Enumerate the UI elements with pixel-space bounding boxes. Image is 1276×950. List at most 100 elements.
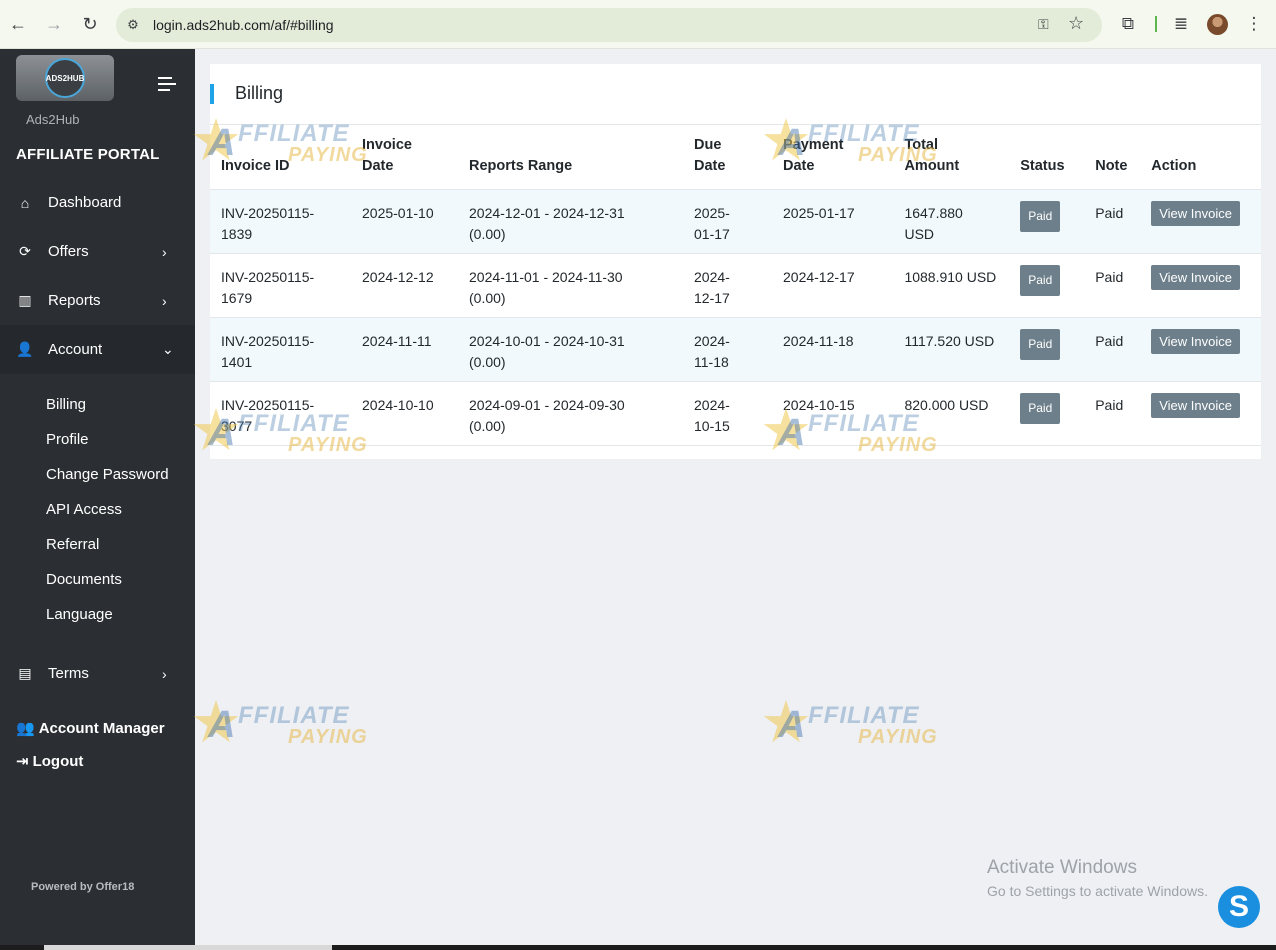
billing-table: Invoice ID Invoice Date Reports Range Du…: [210, 125, 1261, 446]
subnav-api-access[interactable]: API Access: [46, 501, 122, 518]
cell-total-amount: 1088.910 USD: [893, 253, 1010, 318]
page-title: Billing: [235, 83, 284, 103]
nav-terms[interactable]: ▤ Terms ›: [0, 649, 195, 698]
reload-icon[interactable]: ↻: [78, 12, 102, 36]
nav-label: Terms: [48, 665, 89, 682]
col-reports-range: Reports Range: [458, 125, 683, 190]
brand-name: Ads2Hub: [26, 112, 80, 127]
cell-total-amount: 1647.880 USD: [893, 189, 1010, 254]
cell-action: View Invoice: [1140, 381, 1261, 446]
bookmark-star-icon[interactable]: ☆: [1068, 13, 1088, 35]
billing-card: Billing Invoice ID Invoice Date Reports …: [210, 64, 1261, 459]
status-badge: Paid: [1020, 200, 1061, 232]
cell-status: Paid: [1009, 381, 1085, 446]
chevron-down-icon: ⌄: [162, 341, 174, 357]
table-row: INV-20250115-1839 2025-01-10 2024-12-01 …: [210, 189, 1261, 254]
col-invoice-date: Invoice Date: [351, 125, 458, 190]
logout-label: Logout: [32, 752, 84, 770]
nav-dashboard[interactable]: ⌂ Dashboard: [0, 178, 195, 227]
cell-action: View Invoice: [1140, 317, 1261, 382]
user-cog-icon: 👤: [16, 341, 34, 357]
title-accent: [210, 84, 214, 104]
account-manager-label: Account Manager: [38, 719, 165, 737]
main-content: Billing Invoice ID Invoice Date Reports …: [195, 49, 1276, 950]
account-manager-link[interactable]: 👥 Account Manager: [16, 719, 165, 738]
subnav-change-password[interactable]: Change Password: [46, 466, 169, 483]
nav-label: Dashboard: [48, 194, 122, 211]
cell-invoice-id: INV-20250115-3077: [210, 381, 351, 446]
sidebar: ADS2HUB Ads2Hub AFFILIATE PORTAL ⌂ Dashb…: [0, 49, 195, 950]
status-badge: Paid: [1020, 328, 1061, 360]
password-key-icon[interactable]: ⚿: [1038, 16, 1056, 34]
status-badge: Paid: [1020, 264, 1061, 296]
cell-reports-range: 2024-09-01 - 2024-09-30 (0.00): [458, 381, 683, 446]
skype-icon[interactable]: S: [1218, 886, 1260, 928]
menu-kebab-icon[interactable]: ⋮: [1243, 13, 1265, 35]
cell-reports-range: 2024-12-01 - 2024-12-31 (0.00): [458, 189, 683, 254]
cell-note: Paid: [1084, 381, 1141, 446]
col-invoice-id: Invoice ID: [210, 125, 351, 190]
cell-status: Paid: [1009, 253, 1085, 318]
site-settings-icon[interactable]: ⚙: [124, 16, 142, 34]
cell-payment-date: 2024-12-17: [772, 253, 894, 318]
cell-note: Paid: [1084, 189, 1141, 254]
cell-invoice-date: 2024-10-10: [351, 381, 458, 446]
col-action: Action: [1140, 125, 1261, 190]
cell-payment-date: 2024-10-15: [772, 381, 894, 446]
extensions-icon[interactable]: ⧉: [1117, 13, 1139, 35]
cell-total-amount: 1117.520 USD: [893, 317, 1010, 382]
card-header: Billing: [210, 64, 1261, 125]
document-icon: ▤: [18, 665, 32, 681]
logout-icon: ⇥: [16, 753, 29, 770]
cell-payment-date: 2024-11-18: [772, 317, 894, 382]
activate-title: Activate Windows: [987, 857, 1137, 878]
subnav-documents[interactable]: Documents: [46, 571, 122, 588]
nav-label: Account: [48, 341, 103, 358]
nav-offers[interactable]: ⟳ Offers ›: [0, 227, 195, 276]
cell-note: Paid: [1084, 253, 1141, 318]
forward-icon[interactable]: →: [42, 12, 66, 36]
nav-account[interactable]: 👤 Account ⌄: [0, 325, 195, 374]
view-invoice-button[interactable]: View Invoice: [1151, 328, 1240, 354]
subnav-profile[interactable]: Profile: [46, 431, 89, 448]
table-row: INV-20250115-3077 2024-10-10 2024-09-01 …: [210, 381, 1261, 446]
cell-due-date: 2024-12-17: [683, 253, 772, 318]
menu-toggle-icon[interactable]: [158, 77, 176, 91]
subnav-language[interactable]: Language: [46, 606, 113, 623]
profile-avatar[interactable]: [1207, 14, 1228, 35]
back-icon[interactable]: ←: [6, 12, 30, 36]
cell-invoice-id: INV-20250115-1679: [210, 253, 351, 318]
cell-invoice-id: INV-20250115-1401: [210, 317, 351, 382]
table-header-row: Invoice ID Invoice Date Reports Range Du…: [210, 125, 1261, 190]
taskbar-segment: [44, 945, 332, 950]
home-icon: ⌂: [20, 194, 30, 211]
cell-due-date: 2024-11-18: [683, 317, 772, 382]
bar-chart-icon: ▥: [18, 292, 32, 308]
taskbar: [0, 945, 1276, 950]
chevron-right-icon: ›: [162, 243, 167, 260]
nav-label: Offers: [48, 243, 89, 260]
table-row: INV-20250115-1679 2024-12-12 2024-11-01 …: [210, 253, 1261, 318]
url-text: login.ads2hub.com/af/#billing: [153, 17, 334, 33]
media-queue-icon[interactable]: ≣: [1170, 13, 1192, 35]
browser-toolbar: ← → ↻ ⚙ login.ads2hub.com/af/#billing ⚿ …: [0, 0, 1276, 49]
col-payment-date: Payment Date: [772, 125, 894, 190]
cell-invoice-date: 2025-01-10: [351, 189, 458, 254]
user-group-icon: 👥: [16, 720, 35, 737]
chevron-right-icon: ›: [162, 665, 167, 682]
logout-link[interactable]: ⇥ Logout: [16, 752, 84, 771]
toolbar-divider: [1155, 16, 1157, 32]
cell-status: Paid: [1009, 317, 1085, 382]
subnav-billing[interactable]: Billing: [46, 396, 86, 413]
view-invoice-button[interactable]: View Invoice: [1151, 200, 1240, 226]
chevron-right-icon: ›: [162, 292, 167, 309]
powered-by[interactable]: Powered by Offer18: [31, 881, 134, 893]
activate-subtitle: Go to Settings to activate Windows.: [987, 883, 1208, 899]
logo[interactable]: ADS2HUB: [16, 55, 114, 101]
nav-reports[interactable]: ▥ Reports ›: [0, 276, 195, 325]
view-invoice-button[interactable]: View Invoice: [1151, 392, 1240, 418]
address-bar[interactable]: ⚙ login.ads2hub.com/af/#billing ⚿ ☆: [116, 8, 1102, 42]
view-invoice-button[interactable]: View Invoice: [1151, 264, 1240, 290]
subnav-referral[interactable]: Referral: [46, 536, 99, 553]
cell-payment-date: 2025-01-17: [772, 189, 894, 254]
